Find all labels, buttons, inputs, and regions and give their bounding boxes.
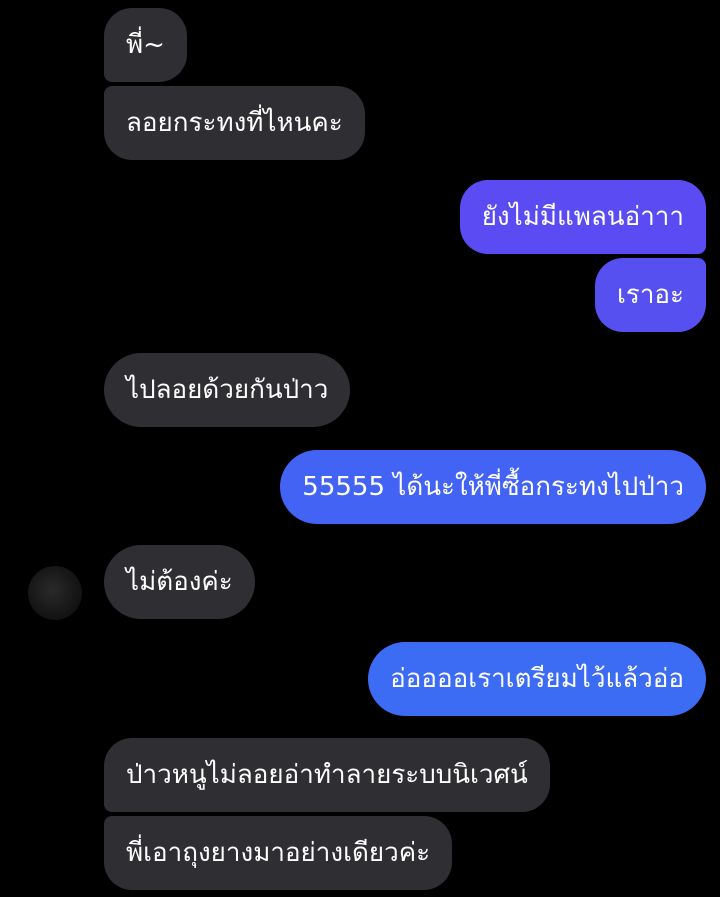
contact-avatar-icon[interactable] [28, 566, 82, 620]
sent-message-bubble[interactable]: อ่ออออเราเตรียมไว้แล้วอ่อ [368, 642, 706, 716]
sent-message-bubble[interactable]: 55555 ได้นะให้พี่ซื้อกระทงไปป่าว [280, 450, 706, 524]
received-message-bubble[interactable]: ลอยกระทงที่ไหนคะ [104, 86, 365, 160]
chat-thread: พี่~ ลอยกระทงที่ไหนคะ ยังไม่มีแพลนอ่าาา … [0, 0, 720, 897]
sent-message-bubble[interactable]: เราอะ [594, 258, 706, 332]
received-message-bubble[interactable]: ไม่ต้องค่ะ [104, 545, 255, 619]
sent-message-bubble[interactable]: ยังไม่มีแพลนอ่าาา [459, 180, 706, 254]
received-message-bubble[interactable]: ไปลอยด้วยกันป่าว [104, 353, 351, 427]
received-message-bubble[interactable]: พี่เอาถุงยางมาอย่างเดียวค่ะ [104, 816, 453, 890]
received-message-bubble[interactable]: ป่าวหนูไม่ลอยอ่าทำลายระบบนิเวศน์ [104, 738, 550, 812]
received-message-bubble[interactable]: พี่~ [104, 8, 187, 82]
